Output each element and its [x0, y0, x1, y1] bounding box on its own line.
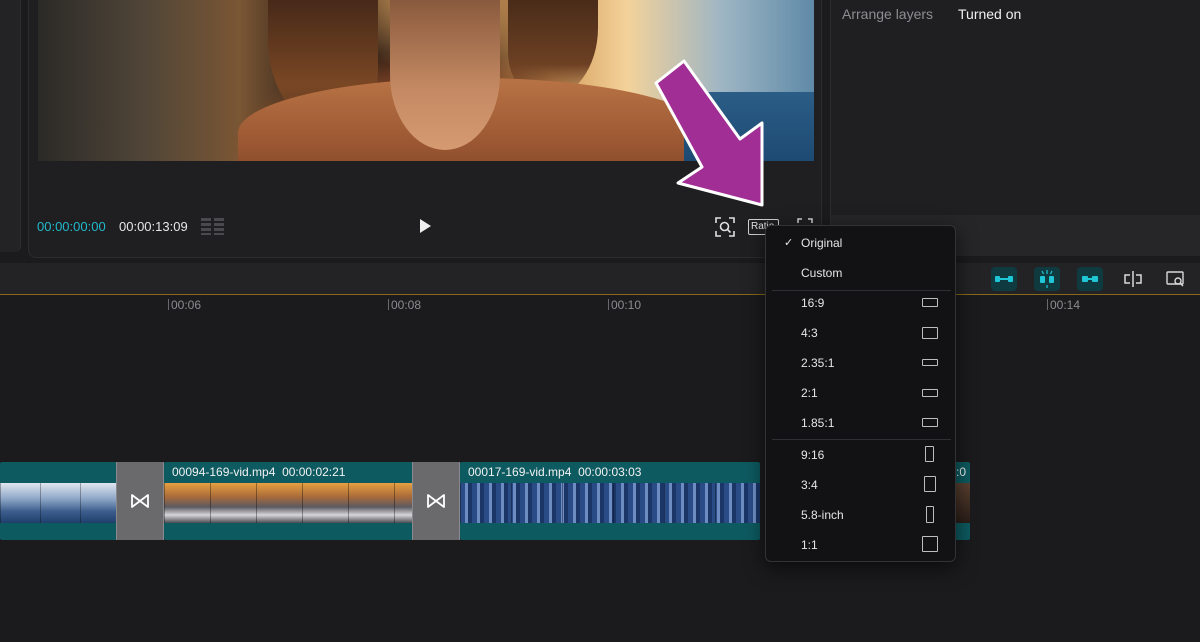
- ratio-option-label: 9:16: [801, 448, 825, 462]
- transition-marker[interactable]: [116, 462, 164, 540]
- link-clips-icon: [995, 276, 1013, 282]
- timecode-grid-icon[interactable]: [201, 218, 225, 235]
- ratio-option-label: Custom: [801, 266, 843, 280]
- link-clips-tool-button[interactable]: [991, 267, 1017, 291]
- clip-thumbnails: [0, 483, 118, 523]
- timeline-ruler[interactable]: 00:06 00:08 00:10 00:14: [0, 296, 1200, 316]
- portrait-ratio-icon: [925, 446, 934, 462]
- ratio-option-original[interactable]: ✓ Original: [767, 228, 954, 258]
- ratio-option-label: 5.8-inch: [801, 508, 844, 522]
- snap-tool-button[interactable]: [1034, 267, 1060, 291]
- clip-thumbnails: [164, 483, 414, 523]
- ratio-option-2-1[interactable]: 2:1: [767, 378, 954, 408]
- portrait-ratio-icon: [926, 506, 934, 523]
- ratio-option-4-3[interactable]: 4:3: [767, 318, 954, 348]
- clip-duration: 00:00:02:21: [282, 465, 346, 479]
- ratio-option-custom[interactable]: Custom: [767, 258, 954, 288]
- zoom-timeline-tool-button[interactable]: [1163, 267, 1189, 291]
- left-panel-edge: [0, 0, 21, 252]
- clip-duration: 00:00:03:03: [578, 465, 642, 479]
- clip-label: 00094-169-vid.mp4 00:00:02:21: [172, 465, 345, 479]
- landscape-ratio-icon: [922, 298, 938, 307]
- bowtie-transition-icon: [427, 494, 445, 508]
- timeline-toolbar: [0, 263, 1200, 295]
- ratio-option-9-16[interactable]: 9:16: [767, 440, 954, 470]
- ratio-option-1-85-1[interactable]: 1.85:1: [767, 408, 954, 438]
- portrait-ratio-icon: [924, 476, 936, 492]
- preview-axis-icon: [1082, 276, 1098, 282]
- split-tool-button[interactable]: [1120, 267, 1146, 291]
- clip-label: 00017-169-vid.mp4 00:00:03:03: [468, 465, 641, 479]
- current-timecode: 00:00:00:00: [37, 219, 106, 234]
- clip-label-fragment: :0: [956, 465, 967, 479]
- ratio-option-label: 3:4: [801, 478, 818, 492]
- video-player: 00:00:00:00 00:00:13:09 Ratio: [28, 0, 822, 258]
- ruler-tick: 00:06: [168, 298, 201, 312]
- ratio-option-2-35-1[interactable]: 2.35:1: [767, 348, 954, 378]
- zoom-timeline-icon: [1166, 271, 1184, 287]
- check-icon: ✓: [784, 237, 794, 249]
- ruler-tick: 00:14: [1047, 298, 1080, 312]
- transition-marker[interactable]: [412, 462, 460, 540]
- square-ratio-icon: [922, 536, 938, 552]
- ratio-option-label: 1:1: [801, 538, 818, 552]
- landscape-ratio-icon: [922, 359, 938, 366]
- timeline-clip-previous[interactable]: [0, 462, 118, 540]
- ratio-option-label: 2.35:1: [801, 356, 835, 370]
- ratio-dropdown-menu: ✓ Original Custom 16:9 4:3 2.35:1 2:1 1.…: [765, 225, 956, 562]
- timeline-clip[interactable]: 00094-169-vid.mp4 00:00:02:21: [164, 462, 414, 540]
- ratio-option-1-1[interactable]: 1:1: [767, 530, 954, 560]
- split-icon: [1124, 271, 1142, 287]
- ratio-option-label: 1.85:1: [801, 416, 835, 430]
- bowtie-transition-icon: [131, 494, 149, 508]
- ratio-option-label: 2:1: [801, 386, 818, 400]
- ratio-option-3-4[interactable]: 3:4: [767, 470, 954, 500]
- zoom-fit-icon[interactable]: [714, 216, 736, 238]
- ratio-option-label: 16:9: [801, 296, 825, 310]
- play-icon[interactable]: [417, 217, 433, 235]
- magnet-snap-icon: [1040, 270, 1054, 288]
- timeline-clip[interactable]: 00017-169-vid.mp4 00:00:03:03: [460, 462, 760, 540]
- properties-panel: Arrange layers Turned on: [830, 0, 1200, 256]
- total-timecode: 00:00:13:09: [119, 219, 188, 234]
- clip-filename: 00094-169-vid.mp4: [172, 465, 276, 479]
- ruler-tick: 00:08: [388, 298, 421, 312]
- landscape-ratio-icon: [922, 389, 938, 397]
- ruler-tick: 00:10: [608, 298, 641, 312]
- ratio-option-5-8-inch[interactable]: 5.8-inch: [767, 500, 954, 530]
- preview-sea: [684, 92, 814, 161]
- ratio-option-label: 4:3: [801, 326, 818, 340]
- preview-axis-tool-button[interactable]: [1077, 267, 1103, 291]
- landscape-ratio-icon: [922, 327, 938, 339]
- preview-neck: [390, 0, 500, 150]
- video-preview: [38, 0, 814, 161]
- ratio-option-label: Original: [801, 236, 843, 250]
- landscape-ratio-icon: [922, 418, 938, 427]
- clip-thumbnails: [460, 483, 760, 523]
- arrange-layers-value[interactable]: Turned on: [958, 6, 1021, 22]
- clip-filename: 00017-169-vid.mp4: [468, 465, 572, 479]
- ratio-option-16-9[interactable]: 16:9: [767, 288, 954, 318]
- arrange-layers-label: Arrange layers: [842, 6, 934, 22]
